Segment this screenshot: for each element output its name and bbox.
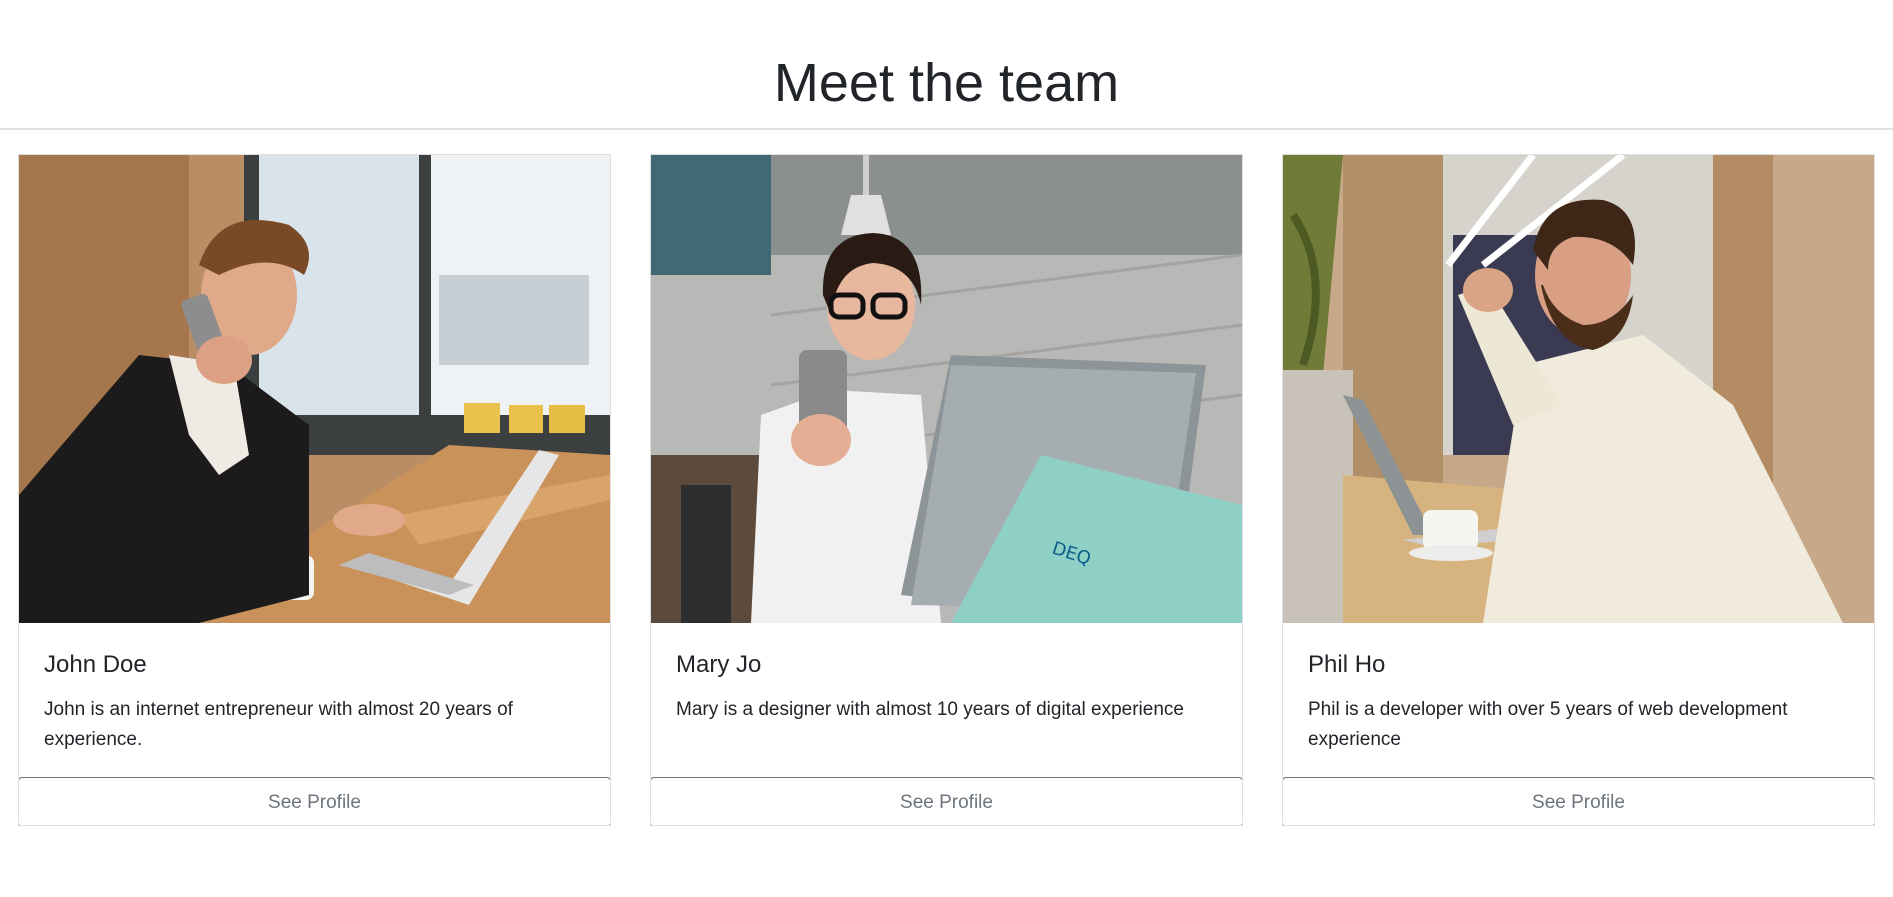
see-profile-button[interactable]: See Profile xyxy=(19,777,610,825)
team-card-mary-jo: DEQ Mary Jo Mary is a designer with almo… xyxy=(650,154,1243,826)
card-name: Mary Jo xyxy=(676,651,762,678)
card-bio: John is an internet entrepreneur with al… xyxy=(44,699,513,750)
bearded-man-at-desk-photo-icon xyxy=(1283,155,1874,623)
team-card-john-doe: John Doe John is an internet entrepreneu… xyxy=(18,154,611,826)
see-profile-button[interactable]: See Profile xyxy=(1283,777,1874,825)
page-header: Meet the team xyxy=(0,0,1893,130)
card-bio: Mary is a designer with almost 10 years … xyxy=(676,699,1184,720)
team-member-photo xyxy=(19,155,610,623)
see-profile-button[interactable]: See Profile xyxy=(651,777,1242,825)
card-bio: Phil is a developer with over 5 years of… xyxy=(1308,699,1788,750)
page-title: Meet the team xyxy=(773,53,1120,113)
team-member-photo: DEQ xyxy=(651,155,1242,623)
card-name: John Doe xyxy=(44,651,147,678)
man-on-phone-photo-icon xyxy=(19,155,610,623)
card-name: Phil Ho xyxy=(1308,651,1386,678)
team-cards: John Doe John is an internet entrepreneu… xyxy=(0,130,1893,897)
team-member-photo xyxy=(1283,155,1874,623)
team-card-phil-ho: Phil Ho Phil is a developer with over 5 … xyxy=(1282,154,1875,826)
woman-with-laptop-photo-icon: DEQ xyxy=(651,155,1242,623)
